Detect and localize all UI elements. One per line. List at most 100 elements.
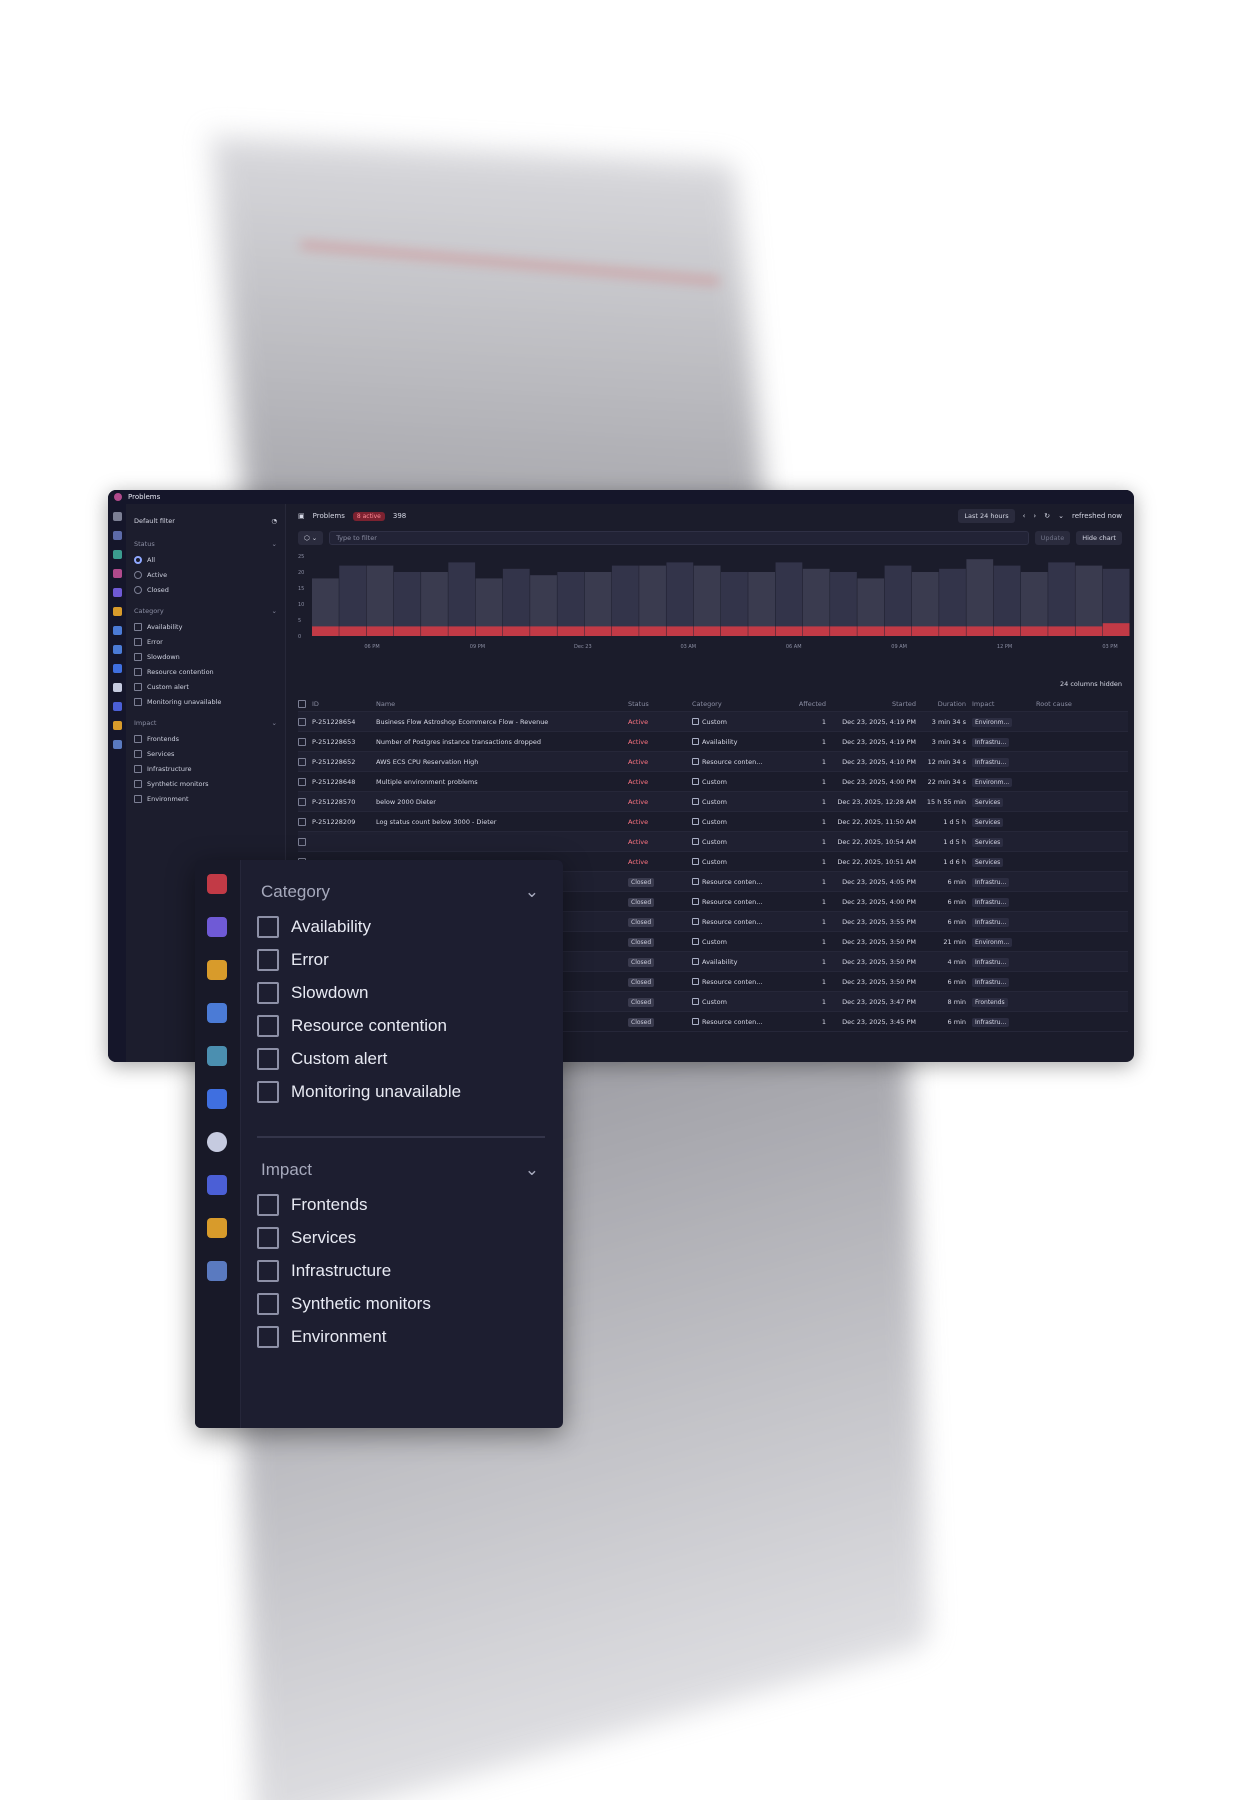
refresh-icon[interactable]: ↻ [1044,512,1050,520]
category-slowdown[interactable]: Slowdown [134,649,277,664]
package-icon[interactable] [203,1214,231,1242]
chart-bar-active[interactable] [775,626,803,636]
chart-bar-active[interactable] [475,626,503,636]
timeframe-selector[interactable]: Last 24 hours [958,509,1015,523]
impact-frontends[interactable]: Frontends [134,731,277,746]
checkbox[interactable] [134,779,142,788]
chart-bar-active[interactable] [639,626,666,636]
popup-category-option[interactable]: Custom alert [257,1048,387,1070]
checkbox[interactable] [257,1227,279,1249]
chart-bar[interactable] [966,559,994,636]
row-checkbox[interactable] [298,717,306,726]
cloud-icon[interactable] [112,683,122,692]
panel-toggle-icon[interactable]: ▣ [298,512,305,520]
column-header-started[interactable]: Started [832,700,922,708]
impact-synthetic-monitors[interactable]: Synthetic monitors [134,776,277,791]
chart-bar-active[interactable] [993,626,1021,636]
row-checkbox[interactable] [298,777,306,786]
checkbox[interactable] [134,764,142,773]
search-icon[interactable] [112,512,122,521]
chart-bar-active[interactable] [366,626,394,636]
chevron-left-icon[interactable]: ‹ [1023,512,1026,520]
chart-bar-active[interactable] [611,626,639,636]
table-row[interactable]: P-251228654 Business Flow Astroshop Ecomm… [298,712,1128,732]
cell-name[interactable]: Log status count below 3000 - Dieter [376,818,628,826]
checkbox[interactable] [134,682,142,691]
checkbox[interactable] [257,1015,279,1037]
checkbox[interactable] [134,637,142,646]
popup-impact-option[interactable]: Environment [257,1326,386,1348]
category-custom-alert[interactable]: Custom alert [134,679,277,694]
database-icon[interactable] [112,740,122,749]
impact-services[interactable]: Services [134,746,277,761]
column-header-root-cause[interactable]: Root cause [1036,700,1086,708]
chart-bar-active[interactable] [393,626,421,636]
checkbox[interactable] [257,1326,279,1348]
row-checkbox[interactable] [298,737,306,746]
radio-all[interactable] [134,555,142,564]
cell-name[interactable]: Number of Postgres instance transactions… [376,738,628,746]
radio-closed[interactable] [134,585,142,594]
popup-impact-option[interactable]: Synthetic monitors [257,1293,431,1315]
checkbox[interactable] [257,916,279,938]
chart-bar-active[interactable] [966,626,994,636]
impact-section-header[interactable]: Impact ⌄ [134,715,277,731]
database-icon[interactable] [203,1257,231,1285]
shield-icon[interactable] [112,607,122,616]
chart-bar[interactable] [448,562,476,636]
row-checkbox[interactable] [298,837,306,846]
chart-bar-active[interactable] [557,626,585,636]
cell-name[interactable]: below 2000 Dieter [376,798,628,806]
table-row[interactable]: Active Custom 1 Dec 22, 2025, 10:54 AM 1 d 5… [298,832,1128,852]
category-availability[interactable]: Availability [134,619,277,634]
status-option-closed[interactable]: Closed [134,582,277,597]
chart-bar[interactable] [775,562,803,636]
popup-category-option[interactable]: Monitoring unavailable [257,1081,461,1103]
hide-chart-button[interactable]: Hide chart [1076,531,1122,545]
row-checkbox[interactable] [298,817,306,826]
problems-icon[interactable] [203,870,231,898]
category-resource-contention[interactable]: Resource contention [134,664,277,679]
cell-name[interactable]: AWS ECS CPU Reservation High [376,758,628,766]
popup-impact-option[interactable]: Services [257,1227,356,1249]
checkbox[interactable] [257,1081,279,1103]
popup-impact-option[interactable]: Infrastructure [257,1260,391,1282]
chart-bar-active[interactable] [748,626,776,636]
column-header-affected[interactable]: Affected [776,700,832,708]
checkbox[interactable] [134,794,142,803]
column-header-impact[interactable]: Impact [972,700,1036,708]
chart-bar[interactable] [1048,562,1075,636]
chevron-down-icon[interactable]: ⌄ [1058,512,1064,520]
impact-infrastructure[interactable]: Infrastructure [134,761,277,776]
row-checkbox[interactable] [298,757,306,766]
checkbox[interactable] [257,949,279,971]
checkbox[interactable] [257,1260,279,1282]
filter-input[interactable]: Type to filter [329,531,1029,545]
checkbox[interactable] [134,734,142,743]
popup-impact-option[interactable]: Frontends [257,1194,368,1216]
column-header-category[interactable]: Category [692,700,776,708]
checkbox[interactable] [134,652,142,661]
column-header-status[interactable]: Status [628,700,692,708]
chart-bar-active[interactable] [312,626,339,636]
status-option-all[interactable]: All [134,552,277,567]
puzzle-icon[interactable] [112,626,122,635]
checkbox[interactable] [257,1048,279,1070]
chart-bar[interactable] [339,565,367,636]
package-icon[interactable] [112,721,122,730]
chart-bar-active[interactable] [502,626,530,636]
kubernetes-icon[interactable] [203,1085,231,1113]
chart-bar-active[interactable] [666,626,694,636]
chart-bar-active[interactable] [802,626,830,636]
chart-bar-active[interactable] [857,626,885,636]
checkbox[interactable] [257,1194,279,1216]
radio-active[interactable] [134,570,142,579]
chart-bar[interactable] [1075,565,1103,636]
table-row[interactable]: P-251228570 below 2000 Dieter Active Custom… [298,792,1128,812]
chart-bar-active[interactable] [939,626,966,636]
checkbox[interactable] [134,697,142,706]
servers-icon[interactable] [112,645,122,654]
cube-icon[interactable] [203,913,231,941]
segment-selector[interactable]: ⬡ ⌄ [298,531,324,545]
kubernetes-icon[interactable] [112,664,122,673]
